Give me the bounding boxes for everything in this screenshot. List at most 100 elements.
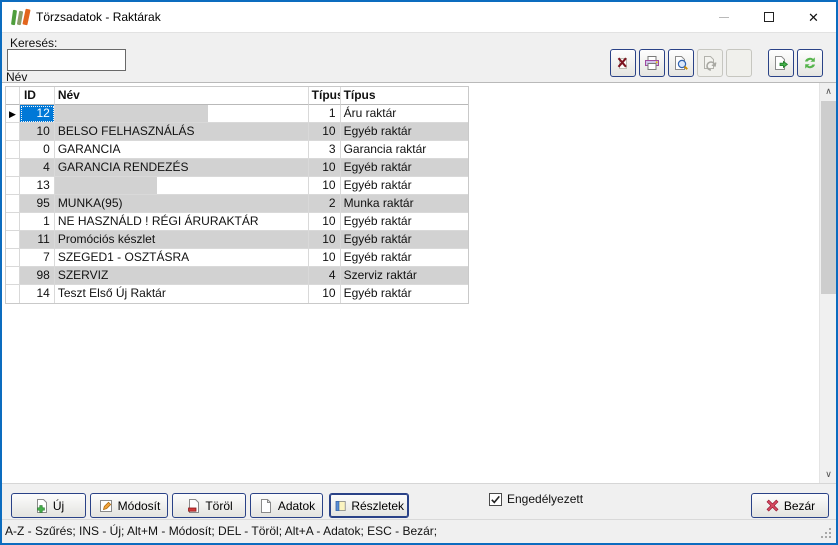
resize-grip[interactable]	[821, 528, 823, 530]
toolbar	[610, 49, 823, 77]
enabled-checkbox[interactable]	[489, 493, 502, 506]
enabled-checkbox-group[interactable]: Engedélyezett	[489, 492, 583, 506]
cell-type-code: 10	[309, 213, 341, 231]
cell-id: 13	[20, 177, 55, 195]
row-indicator-cell	[6, 267, 20, 285]
print-preview-icon	[673, 55, 689, 71]
cell-type-name: Egyéb raktár	[341, 123, 468, 141]
cell-name: BELSO FELHASZNÁLÁS	[55, 123, 309, 141]
status-bar-text: A-Z - Szűrés; INS - Új; Alt+M - Módosít;…	[5, 520, 437, 542]
table-row[interactable]: 98SZERVIZ4Szerviz raktár	[6, 267, 468, 285]
app-window: Törzsadatok - Raktárak ✕ Keresés: Név	[0, 0, 838, 545]
print-button[interactable]	[639, 49, 665, 77]
header-name[interactable]: Név	[55, 87, 309, 105]
cell-type-code: 3	[309, 141, 341, 159]
cell-type-name: Munka raktár	[341, 195, 468, 213]
cell-id: 95	[20, 195, 55, 213]
table-row[interactable]: ▶121Áru raktár	[6, 105, 468, 123]
cell-id: 4	[20, 159, 55, 177]
cell-name: MUNKA(95)	[55, 195, 309, 213]
cell-id: 10	[20, 123, 55, 141]
cell-name: NE HASZNÁLD ! RÉGI ÁRURAKTÁR	[55, 213, 309, 231]
cell-id: 0	[20, 141, 55, 159]
scroll-up-icon[interactable]: ∧	[820, 83, 837, 100]
table-row[interactable]: 14Teszt Első Új Raktár10Egyéb raktár	[6, 285, 468, 303]
search-input[interactable]	[7, 49, 126, 71]
cell-type-code: 1	[309, 105, 341, 123]
table-row[interactable]: 7SZEGED1 - OSZTÁSRA10Egyéb raktár	[6, 249, 468, 267]
maximize-button[interactable]	[746, 2, 791, 32]
window-title: Törzsadatok - Raktárak	[36, 2, 161, 32]
close-x-icon	[765, 498, 780, 513]
data-button[interactable]: Adatok	[250, 493, 323, 518]
cell-type-code: 10	[309, 123, 341, 141]
cell-type-code: 10	[309, 177, 341, 195]
row-indicator-cell	[6, 195, 20, 213]
header-type-name[interactable]: Típus	[341, 87, 468, 105]
refresh-button[interactable]	[797, 49, 823, 77]
new-icon	[33, 498, 49, 514]
row-indicator-cell	[6, 141, 20, 159]
table-header-row: ID Név Típus Típus	[6, 87, 468, 105]
scroll-down-icon[interactable]: ∨	[820, 466, 837, 483]
cell-type-name: Egyéb raktár	[341, 177, 468, 195]
details-button[interactable]: Részletek	[329, 493, 409, 518]
row-indicator-cell	[6, 231, 20, 249]
header-gutter	[6, 87, 20, 105]
table-row[interactable]: 4GARANCIA RENDEZÉS10Egyéb raktár	[6, 159, 468, 177]
edit-button[interactable]: Módosít	[90, 493, 168, 518]
cell-id: 12	[20, 105, 55, 123]
cell-id: 7	[20, 249, 55, 267]
undo-button	[697, 49, 723, 77]
scrollbar-thumb[interactable]	[821, 101, 836, 294]
print-preview-button[interactable]	[668, 49, 694, 77]
blank-name-block	[55, 105, 208, 122]
cell-type-code: 10	[309, 249, 341, 267]
edit-button-label: Módosít	[118, 499, 161, 513]
row-indicator-cell	[6, 285, 20, 303]
cell-name: SZERVIZ	[55, 267, 309, 285]
data-icon	[258, 498, 274, 514]
close-window-button-label: Bezár	[784, 499, 815, 513]
cell-id: 14	[20, 285, 55, 303]
cell-type-code: 4	[309, 267, 341, 285]
close-button[interactable]: ✕	[791, 2, 836, 32]
table-row[interactable]: 10BELSO FELHASZNÁLÁS10Egyéb raktár	[6, 123, 468, 141]
action-bar: Új Módosít Töröl Adatok	[2, 483, 836, 519]
table-row[interactable]: 1NE HASZNÁLD ! RÉGI ÁRURAKTÁR10Egyéb rak…	[6, 213, 468, 231]
cell-type-name: Egyéb raktár	[341, 213, 468, 231]
cell-name: Promóciós készlet	[55, 231, 309, 249]
new-button[interactable]: Új	[11, 493, 86, 518]
refresh-icon	[802, 55, 818, 71]
cell-type-code: 10	[309, 231, 341, 249]
content-panel: ID Név Típus Típus ▶121Áru raktár10BELSO…	[2, 82, 836, 483]
export-icon	[773, 55, 789, 71]
cell-name: GARANCIA RENDEZÉS	[55, 159, 309, 177]
header-id[interactable]: ID	[20, 87, 55, 105]
data-button-label: Adatok	[278, 499, 315, 513]
table-row[interactable]: 0GARANCIA3Garancia raktár	[6, 141, 468, 159]
header-type-code[interactable]: Típus	[309, 87, 341, 105]
table-row[interactable]: 13 10Egyéb raktár	[6, 177, 468, 195]
delete-button[interactable]: Töröl	[172, 493, 246, 518]
table-row[interactable]: 11Promóciós készlet10Egyéb raktár	[6, 231, 468, 249]
search-label: Keresés:	[10, 36, 57, 50]
search-toolbar-section: Keresés: Név	[2, 32, 836, 82]
print-icon	[644, 55, 660, 71]
close-window-button[interactable]: Bezár	[751, 493, 829, 518]
status-bar: A-Z - Szűrés; INS - Új; Alt+M - Módosít;…	[2, 519, 836, 543]
row-indicator-cell	[6, 159, 20, 177]
delete-icon	[185, 498, 201, 514]
minimize-button	[701, 2, 746, 32]
cell-id: 11	[20, 231, 55, 249]
current-row-indicator-icon: ▶	[6, 105, 20, 123]
blank-button	[726, 49, 752, 77]
vertical-scrollbar[interactable]: ∧ ∨	[819, 83, 836, 483]
cell-name	[55, 105, 309, 123]
table-row[interactable]: 95MUNKA(95)2Munka raktár	[6, 195, 468, 213]
clear-filter-button[interactable]	[610, 49, 636, 77]
cell-name	[55, 177, 309, 195]
export-button[interactable]	[768, 49, 794, 77]
new-button-label: Új	[53, 499, 64, 513]
grid-body: ▶121Áru raktár10BELSO FELHASZNÁLÁS10Egyé…	[6, 105, 468, 303]
